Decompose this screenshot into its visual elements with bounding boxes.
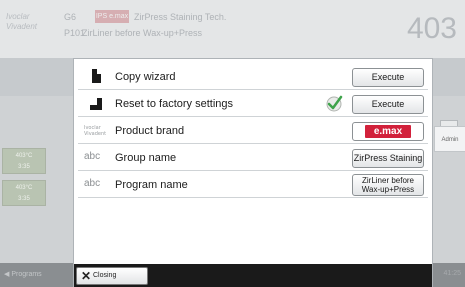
row-copy-wizard: Copy wizard Execute — [78, 64, 428, 90]
row-label: Reset to factory settings — [115, 98, 233, 110]
close-button[interactable]: ✕ Closing — [76, 267, 148, 285]
copy-icon — [92, 69, 101, 83]
row-label: Product brand — [115, 125, 185, 137]
success-check-icon — [326, 95, 343, 112]
program-group-title: ZirPress Staining Tech. — [134, 12, 227, 22]
row-group-name: abc Group name ZirPress Staining — [78, 145, 428, 171]
execute-copy-wizard-button[interactable]: Execute — [352, 68, 424, 87]
group-name-field[interactable]: ZirPress Staining — [352, 149, 424, 168]
program-name-field[interactable]: ZirLiner before Wax-up+Press — [352, 174, 424, 196]
programs-button[interactable]: ◀ Programs — [4, 270, 42, 278]
program-slot: 403°C 3:35 — [2, 180, 46, 206]
text-field-icon: abc — [84, 178, 101, 189]
execute-reset-button[interactable]: Execute — [352, 95, 424, 114]
brand-badge: IPS e.max — [95, 10, 129, 23]
row-label: Program name — [115, 179, 188, 191]
row-product-brand: Ivoclar Vivadent Product brand e.max — [78, 118, 428, 144]
close-label: Closing — [93, 272, 117, 279]
row-program-name: abc Program name ZirLiner before Wax-up+… — [78, 172, 428, 198]
program-slot: 403°C 3:35 — [2, 148, 46, 174]
svg-text:Vivadent: Vivadent — [84, 131, 106, 137]
reset-icon — [90, 98, 102, 110]
product-brand-button[interactable]: e.max — [352, 122, 424, 141]
app-header: Ivoclar Vivadent G6 IPS e.max ZirPress S… — [0, 0, 465, 58]
row-label: Copy wizard — [115, 71, 176, 83]
row-reset-factory: Reset to factory settings Execute — [78, 91, 428, 117]
dialog-footer: ✕ Closing — [74, 264, 432, 287]
tab-admin[interactable]: Admin — [434, 126, 465, 152]
program-title: ZirLiner before Wax-up+Press — [82, 28, 202, 38]
clock-readout: 41:25 — [443, 270, 461, 277]
close-icon: ✕ — [81, 269, 92, 283]
brand-chip: e.max — [365, 125, 411, 138]
temperature-readout: 403 — [406, 12, 457, 45]
brand-logo-icon: Ivoclar Vivadent — [84, 125, 106, 137]
settings-dialog: Copy wizard Execute Reset to factory set… — [73, 58, 433, 287]
row-label: Group name — [115, 152, 177, 164]
program-group-code: G6 — [64, 12, 77, 22]
brand-logo: Ivoclar Vivadent — [6, 12, 37, 31]
text-field-icon: abc — [84, 151, 101, 162]
